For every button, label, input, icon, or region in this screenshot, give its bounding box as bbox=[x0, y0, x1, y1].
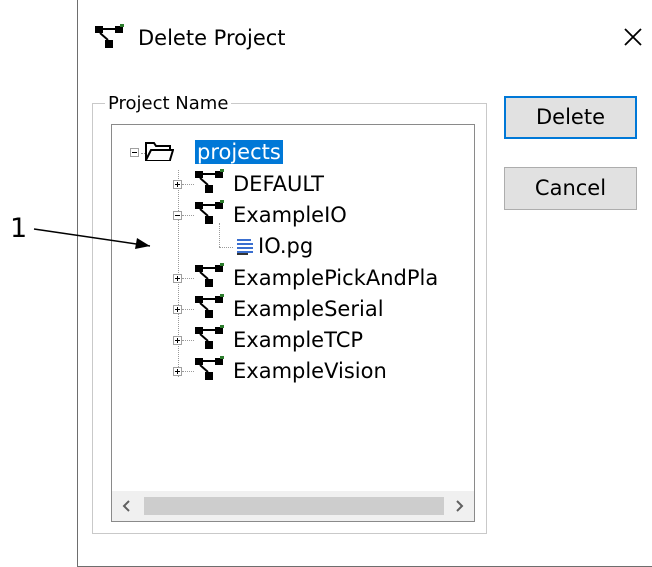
callout-arrow bbox=[33, 228, 151, 249]
